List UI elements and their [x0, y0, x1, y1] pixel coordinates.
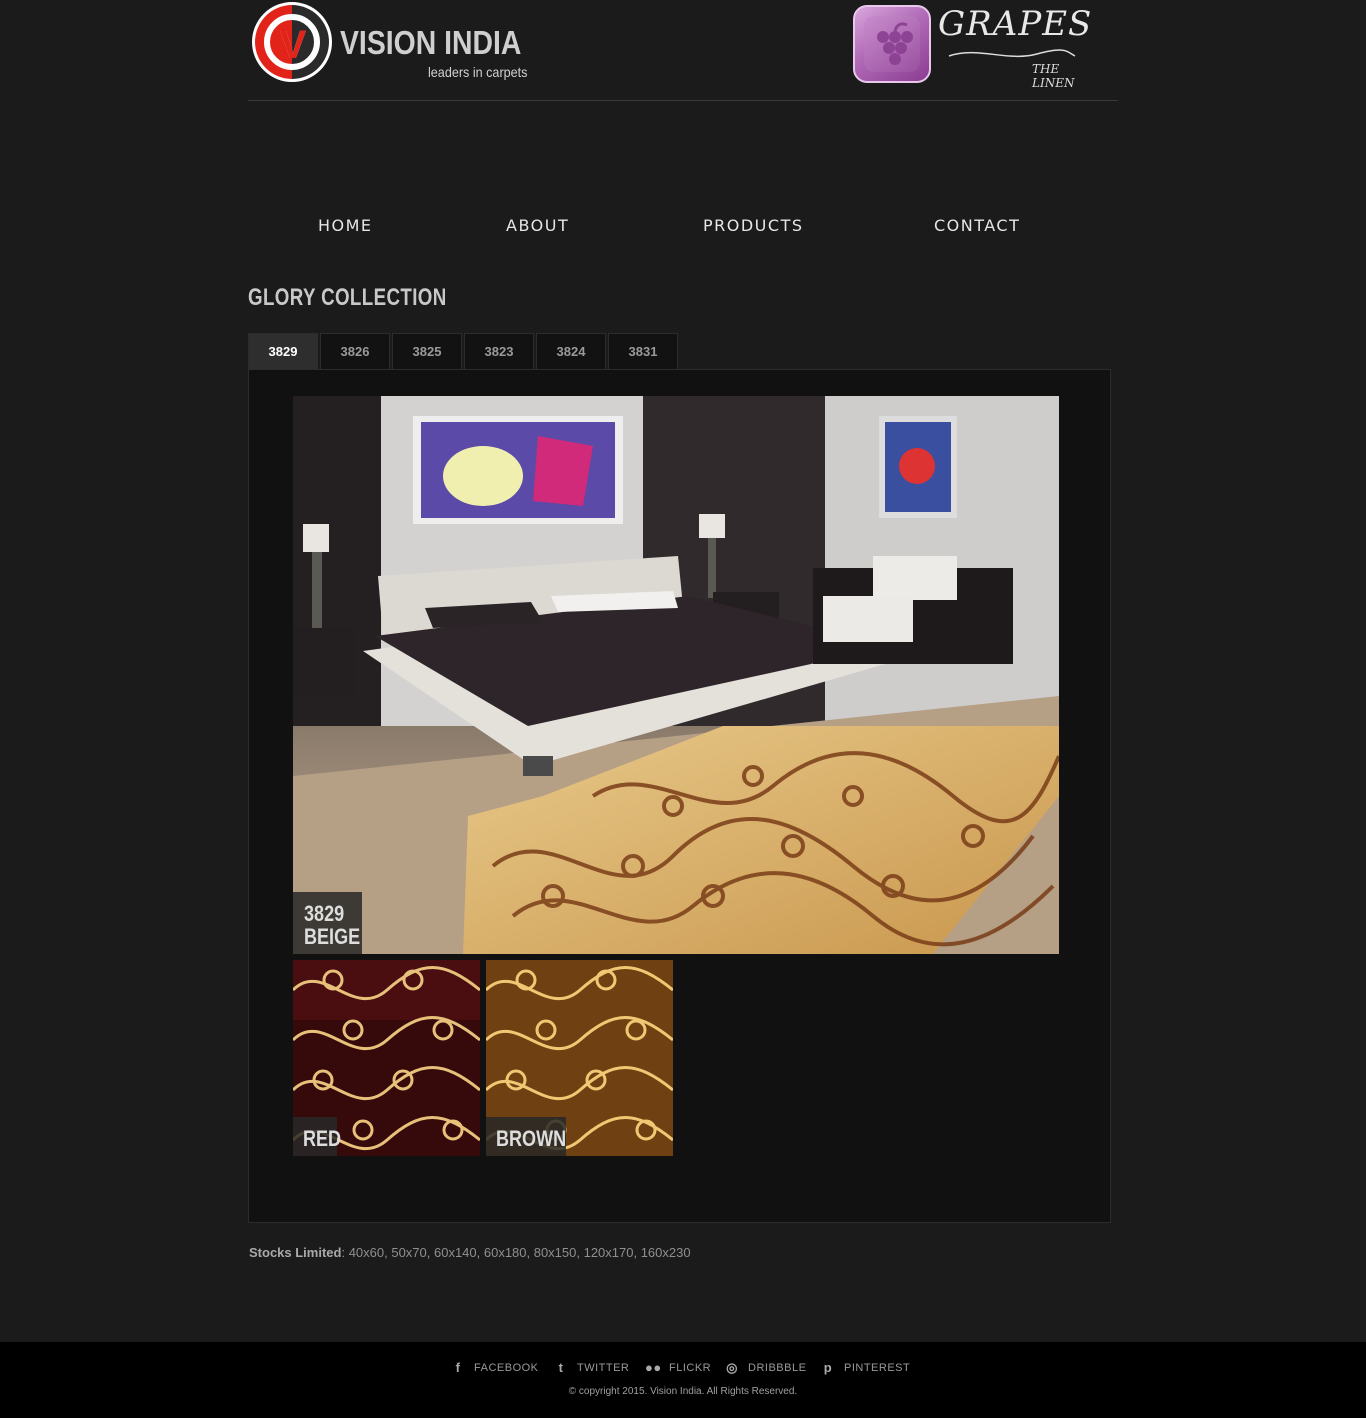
vision-india-emblem-icon: V	[252, 2, 332, 82]
dribbble-icon: ◎	[726, 1360, 738, 1375]
collection-title: GLORY COLLECTION	[248, 284, 447, 311]
bedroom-scene-image	[293, 396, 1059, 954]
stock-info: Stocks Limited: 40x60, 50x70, 60x140, 60…	[249, 1245, 691, 1260]
social-pinterest[interactable]: p PINTEREST	[822, 1361, 910, 1375]
nav-products[interactable]: PRODUCTS	[703, 216, 804, 235]
nav-about[interactable]: ABOUT	[506, 216, 569, 235]
partner-name: GRAPES	[938, 4, 1093, 44]
partner-tagline: THE LINEN	[1032, 62, 1075, 90]
social-dribbble[interactable]: ◎ DRIBBBLE	[726, 1361, 806, 1375]
tab-3823[interactable]: 3823	[464, 333, 534, 370]
site-footer: f FACEBOOK t TWITTER ●● FLICKR ◎ DRIBBBL…	[0, 1342, 1366, 1418]
stock-label: Stocks Limited	[249, 1245, 342, 1260]
copyright: © copyright 2015. Vision India. All Righ…	[568, 1386, 798, 1397]
brand-name: VISION INDIA	[340, 24, 522, 61]
tab-3829[interactable]: 3829	[248, 333, 318, 370]
grapes-icon	[853, 5, 931, 83]
nav-home[interactable]: HOME	[318, 216, 373, 235]
main-nav: HOME ABOUT PRODUCTS CONTACT	[248, 216, 1118, 240]
brand-tagline: leaders in carpets	[428, 64, 528, 80]
thumb-brown[interactable]: BROWN	[486, 960, 673, 1156]
social-links: f FACEBOOK t TWITTER ●● FLICKR ◎ DRIBBBL…	[0, 1361, 1366, 1377]
tab-3825[interactable]: 3825	[392, 333, 462, 370]
stock-sizes: : 40x60, 50x70, 60x140, 60x180, 80x150, …	[341, 1245, 691, 1260]
caption-color: BEIGE	[304, 924, 361, 949]
thumb-caption: BROWN	[486, 1117, 566, 1156]
main-product-image[interactable]: 3829 BEIGE	[293, 396, 1059, 954]
vision-india-logo[interactable]: V VISION INDIA leaders in carpets	[252, 2, 552, 84]
twitter-icon: t	[558, 1360, 564, 1375]
tab-3824[interactable]: 3824	[536, 333, 606, 370]
tab-panel: 3829 BEIGE RED BROWN	[248, 369, 1111, 1223]
pinterest-icon: p	[823, 1360, 833, 1375]
grapes-logo[interactable]: GRAPES THE LINEN	[852, 4, 1093, 90]
flickr-icon: ●●	[645, 1360, 662, 1375]
swash-decoration	[948, 49, 1076, 58]
tab-3826[interactable]: 3826	[320, 333, 390, 370]
thumb-caption: RED	[293, 1117, 341, 1156]
main-image-caption: 3829 BEIGE	[293, 892, 362, 954]
social-flickr[interactable]: ●● FLICKR	[645, 1361, 711, 1375]
thumb-red[interactable]: RED	[293, 960, 480, 1156]
nav-contact[interactable]: CONTACT	[934, 216, 1020, 235]
social-facebook[interactable]: f FACEBOOK	[452, 1361, 539, 1375]
social-twitter[interactable]: t TWITTER	[555, 1361, 629, 1375]
facebook-icon: f	[455, 1360, 461, 1375]
tab-3831[interactable]: 3831	[608, 333, 678, 370]
caption-code: 3829	[304, 901, 345, 926]
site-header: V VISION INDIA leaders in carpets GRAPES…	[248, 0, 1118, 101]
